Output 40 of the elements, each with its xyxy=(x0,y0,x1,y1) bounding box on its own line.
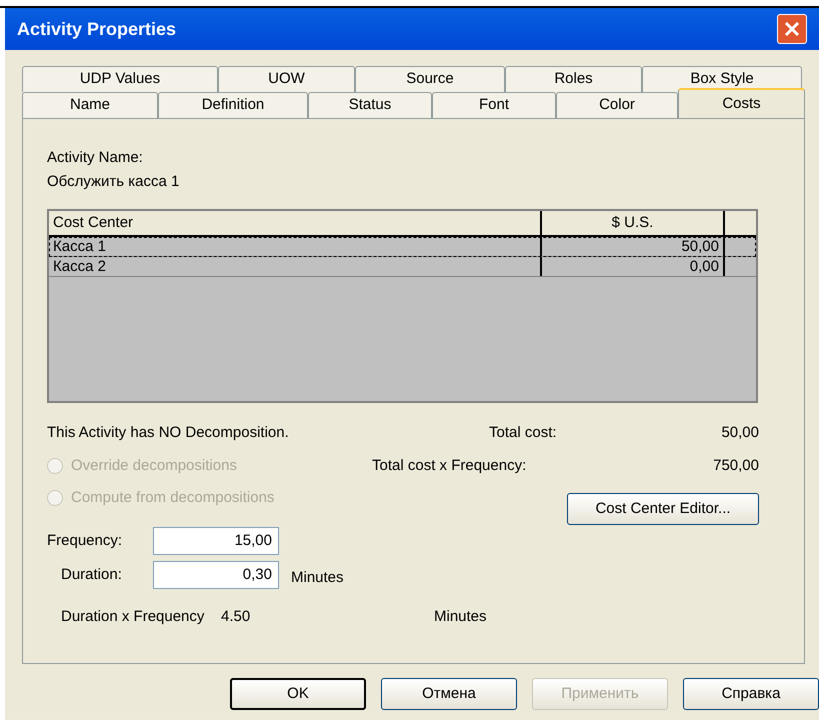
frequency-field[interactable]: 15,00 xyxy=(153,527,279,555)
table-row[interactable]: Касса 1 50,00 xyxy=(49,237,756,257)
tab[interactable]: UDP Values xyxy=(22,66,218,92)
unit-label: Minutes xyxy=(291,568,344,588)
tab[interactable]: Source xyxy=(355,66,505,92)
field-value: 4.50 xyxy=(221,606,252,627)
dialog-button[interactable]: Отмена xyxy=(381,678,517,710)
total-label: Total cost x Frequency: xyxy=(372,456,528,476)
close-button[interactable] xyxy=(777,14,807,44)
window-title: Activity Properties xyxy=(17,18,176,41)
field-label: Frequency: xyxy=(47,530,124,551)
cost-center-editor-button[interactable]: Cost Center Editor... xyxy=(567,493,759,525)
tab[interactable]: UOW xyxy=(218,66,355,92)
column-header[interactable]: $ U.S. xyxy=(542,211,725,235)
table-cell: 0,00 xyxy=(542,257,725,276)
field-label: Duration: xyxy=(60,564,123,585)
tab[interactable]: Roles xyxy=(505,66,642,92)
field-label: Duration x Frequency xyxy=(60,606,206,627)
tab[interactable]: Font xyxy=(432,92,556,118)
total-value: 50,00 xyxy=(720,422,759,443)
table-cell: 50,00 xyxy=(542,237,725,256)
total-label: Total cost: xyxy=(489,422,558,443)
field-label: Activity Name: xyxy=(47,148,144,168)
table-cell: Касса 1 xyxy=(49,237,542,256)
dialog-button[interactable]: Справка xyxy=(683,678,819,710)
decomposition-note: This Activity has NO Decomposition. xyxy=(47,422,290,443)
tab[interactable]: Costs xyxy=(678,88,805,118)
column-header[interactable]: Cost Center xyxy=(49,211,542,235)
dialog-button[interactable]: OK xyxy=(230,678,366,710)
total-value: 750,00 xyxy=(712,456,759,476)
tab[interactable]: Color xyxy=(556,92,678,118)
tab[interactable]: Definition xyxy=(158,92,308,118)
unit-label: Minutes xyxy=(434,606,487,627)
tab[interactable]: Name xyxy=(22,92,158,118)
table-row[interactable]: Касса 2 0,00 xyxy=(49,257,756,277)
activity-name: Обслужить касса 1 xyxy=(47,172,180,192)
close-icon xyxy=(784,21,800,37)
tab[interactable]: Status xyxy=(308,92,432,118)
duration-field[interactable]: 0,30 xyxy=(153,561,279,589)
table-cell: Касса 2 xyxy=(49,257,542,276)
